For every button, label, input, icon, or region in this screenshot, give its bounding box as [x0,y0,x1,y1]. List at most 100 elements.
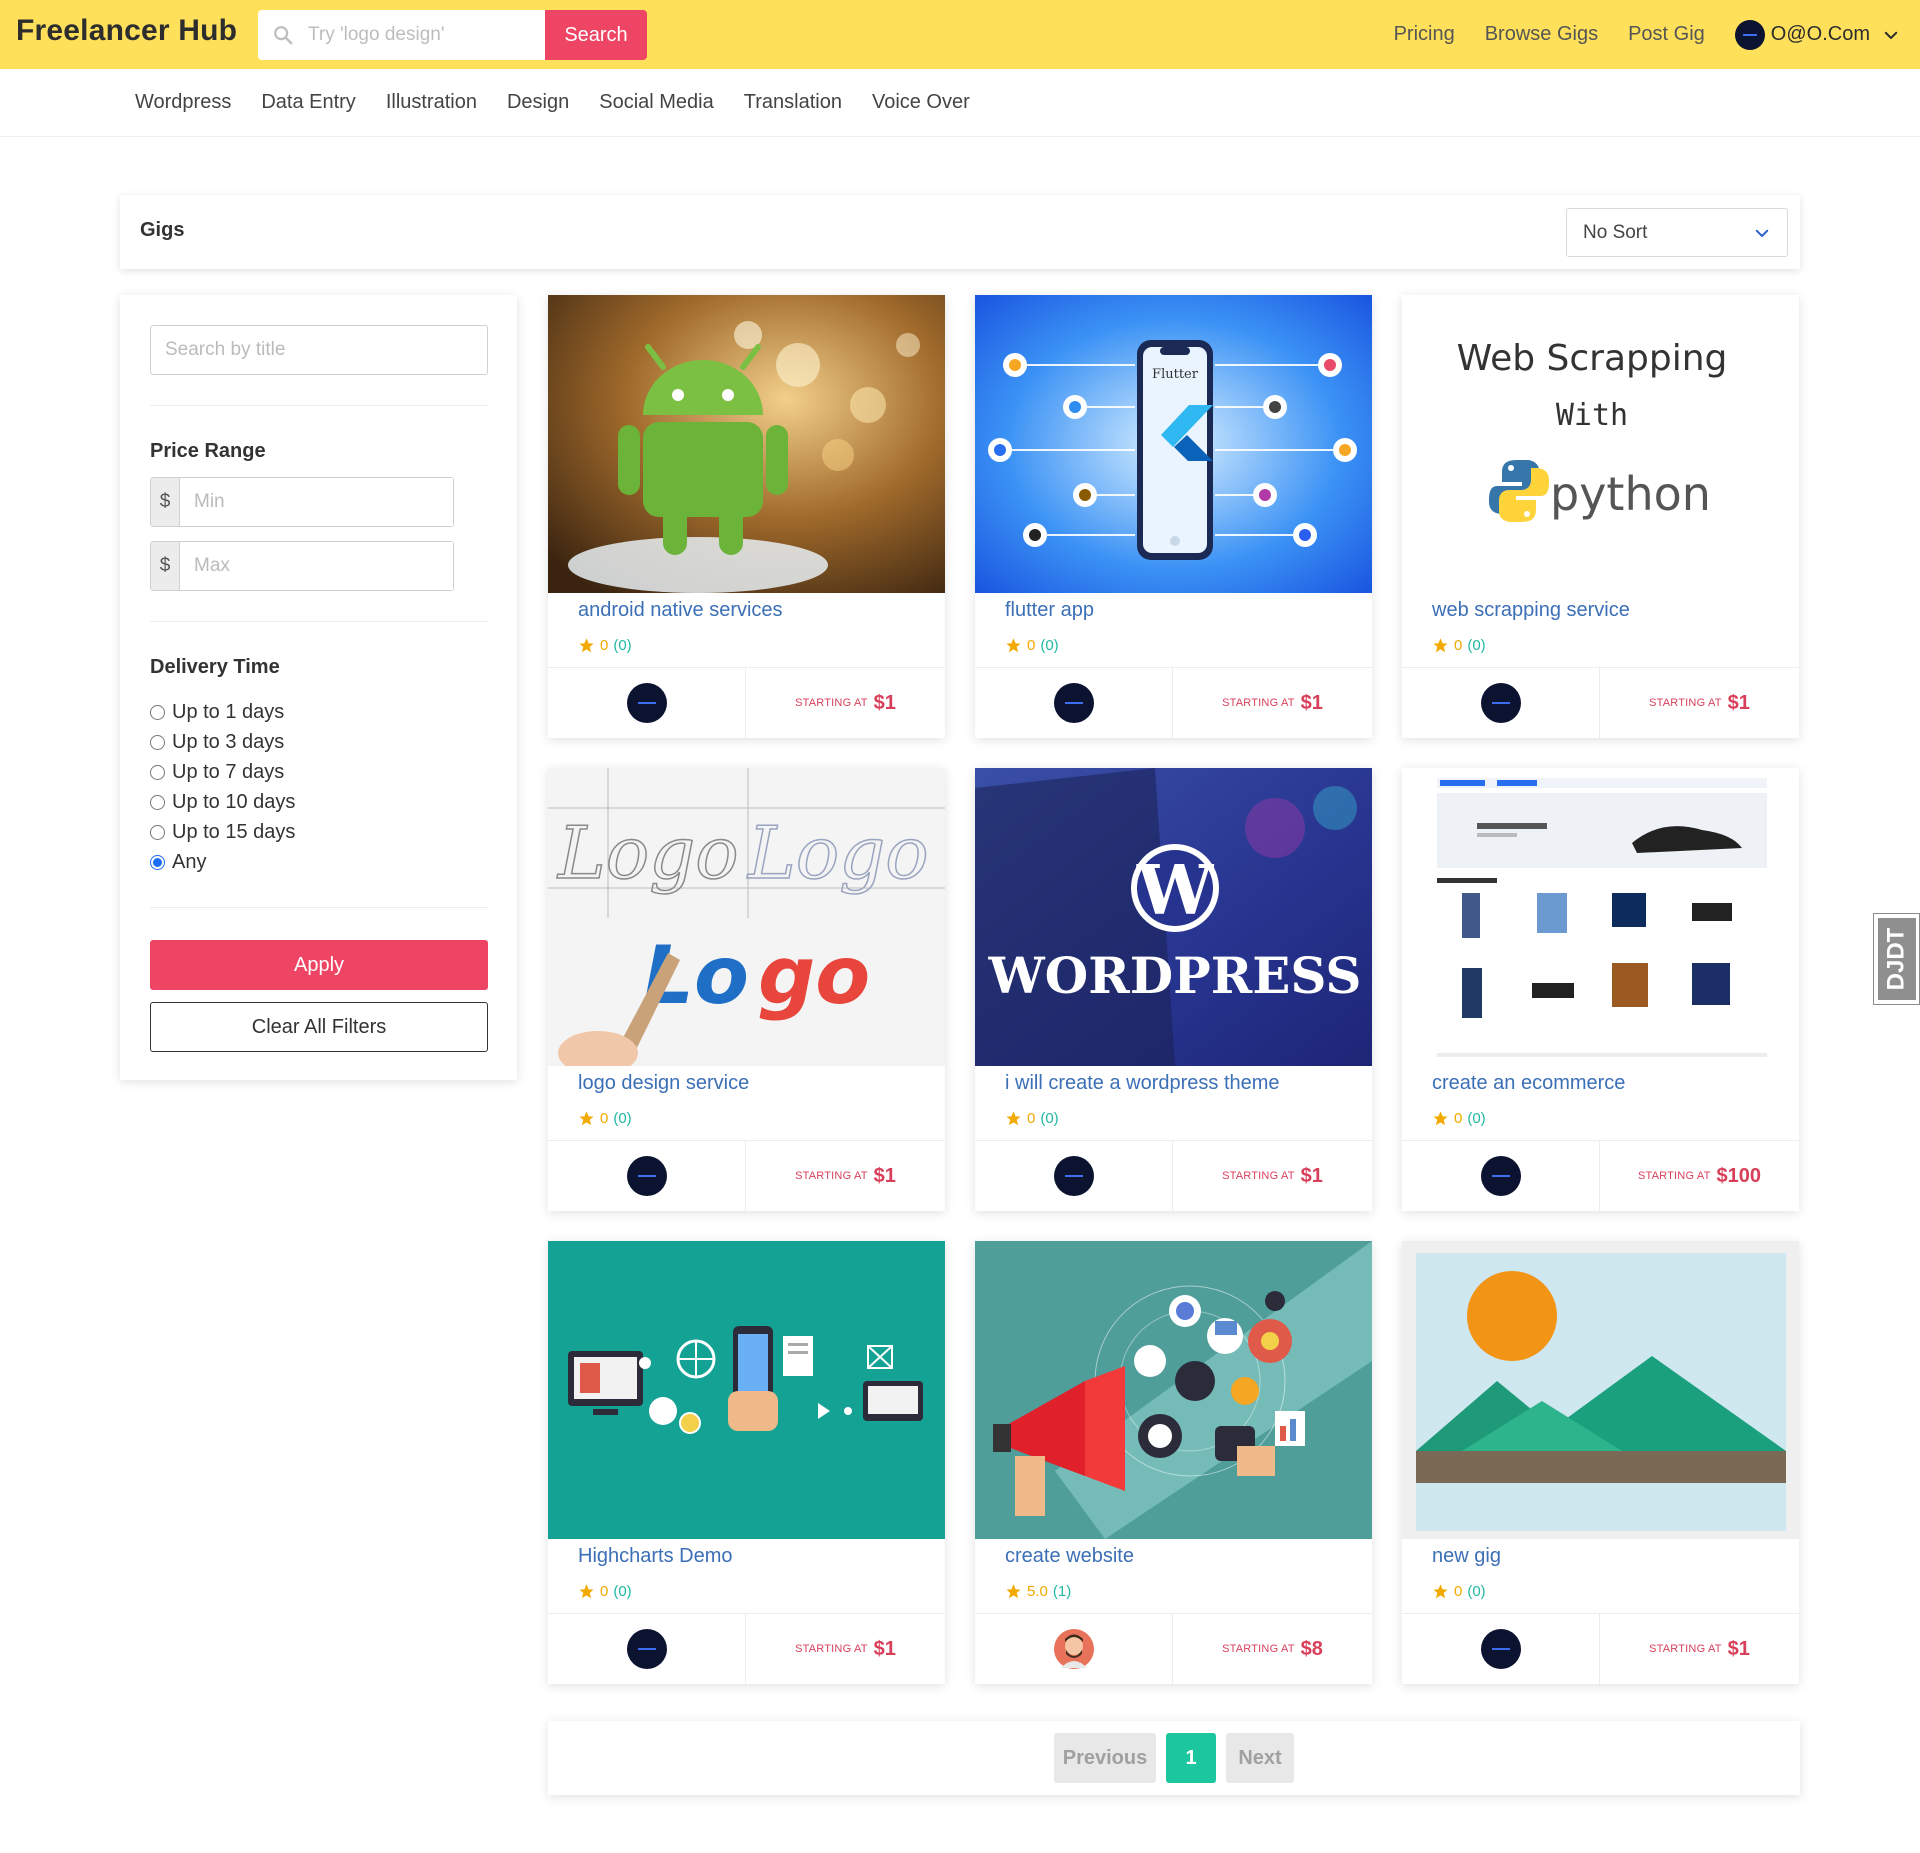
gig-card[interactable]: create an ecommerce 0 (0) STARTING AT $10… [1402,768,1799,1211]
gig-image-flutter[interactable]: Flutter [975,295,1372,593]
radio-label: Up to 1 days [172,700,285,723]
gig-card[interactable]: android native services 0 (0) STARTING A… [548,295,945,738]
gig-card[interactable]: create website 5.0 (1) STARTING AT $8 [975,1241,1372,1684]
gig-card[interactable]: Flutter flutter app 0 (0) STARTING AT $1 [975,295,1372,738]
gig-title[interactable]: Highcharts Demo [578,1545,733,1568]
delivery-option-15-days[interactable]: Up to 15 days [150,817,487,847]
user-menu[interactable]: O@O.Com [1734,19,1900,50]
gig-image-megaphone[interactable] [975,1241,1372,1539]
radio-label: Up to 10 days [172,790,296,813]
category-wordpress[interactable]: Wordpress [135,91,231,114]
gig-title[interactable]: create website [1005,1545,1134,1568]
max-price-group: $ [150,541,454,591]
gig-title[interactable]: logo design service [578,1072,749,1095]
delivery-option-3-days[interactable]: Up to 3 days [150,727,487,757]
delivery-option-7-days[interactable]: Up to 7 days [150,757,487,787]
search-input[interactable] [308,24,528,46]
seller-avatar[interactable] [1053,1628,1095,1670]
debug-toolbar-tab[interactable]: DJDT [1873,913,1920,1005]
gig-footer: STARTING AT $1 [548,667,945,738]
gig-title[interactable]: flutter app [1005,599,1094,622]
gig-title[interactable]: web scrapping service [1432,599,1630,622]
gig-card[interactable]: Web Scrapping With python web scrapping … [1402,295,1799,738]
gig-image-placeholder[interactable] [1402,1241,1799,1539]
page-1-button[interactable]: 1 [1166,1733,1216,1783]
brand-logo[interactable]: Freelancer Hub [16,14,237,48]
gig-image-tech-icons[interactable] [548,1241,945,1539]
gig-card[interactable]: W WORDPRESS i will create a wordpress th… [975,768,1372,1211]
nav-post-gig[interactable]: Post Gig [1628,23,1705,46]
search-field[interactable] [258,10,545,60]
delivery-option-1-day[interactable]: Up to 1 days [150,697,487,727]
divider [150,405,488,406]
image-text-line1: Web Scrapping [1457,338,1728,379]
gig-rating: 0 (0) [1432,1583,1486,1600]
category-data-entry[interactable]: Data Entry [261,91,355,114]
gig-footer: STARTING AT $1 [1402,667,1799,738]
gig-footer: STARTING AT $100 [1402,1140,1799,1211]
starting-at-label: STARTING AT [1222,1643,1295,1655]
nav-pricing[interactable]: Pricing [1394,23,1455,46]
radio-button[interactable] [150,764,165,780]
gig-image-wordpress[interactable]: W WORDPRESS [975,768,1372,1066]
max-price-input[interactable] [180,542,453,590]
gig-title[interactable]: i will create a wordpress theme [1005,1072,1280,1095]
min-price-input[interactable] [180,478,453,526]
gig-card[interactable]: new gig 0 (0) STARTING AT $1 [1402,1241,1799,1684]
image-text-brand: python [1550,467,1711,521]
delivery-option-any[interactable]: Any [150,847,487,877]
seller-avatar[interactable] [1480,1156,1521,1196]
category-voice-over[interactable]: Voice Over [872,91,970,114]
gig-title[interactable]: new gig [1432,1545,1501,1568]
next-page-button[interactable]: Next [1226,1733,1294,1783]
gig-card[interactable]: Logo Logo Lo go logo design service 0 (0… [548,768,945,1211]
header-search: Search [258,10,648,60]
gig-price: $100 [1716,1164,1762,1187]
rating-value: 0 [1027,1110,1036,1127]
search-button[interactable]: Search [545,10,647,60]
gig-image-ecommerce[interactable] [1402,768,1799,1066]
apply-button[interactable]: Apply [150,940,488,990]
seller-avatar[interactable] [626,1629,667,1669]
radio-button[interactable] [150,734,165,750]
gig-title[interactable]: create an ecommerce [1432,1072,1625,1095]
radio-button-selected[interactable] [150,854,165,870]
previous-page-button[interactable]: Previous [1054,1733,1156,1783]
gig-title[interactable]: android native services [578,599,783,622]
clear-filters-button[interactable]: Clear All Filters [150,1002,488,1052]
svg-text:Flutter: Flutter [1152,367,1199,382]
radio-label: Any [172,850,207,873]
seller-avatar[interactable] [1053,1156,1094,1196]
rating-value: 0 [1027,637,1036,654]
filter-sidebar: Price Range $ $ Delivery Time Up to 1 da… [120,295,517,1080]
delivery-option-10-days[interactable]: Up to 10 days [150,787,487,817]
radio-button[interactable] [150,794,165,810]
seller-avatar[interactable] [1480,683,1521,723]
gig-footer: STARTING AT $1 [548,1613,945,1684]
gig-image-android[interactable] [548,295,945,593]
radio-button[interactable] [150,824,165,840]
seller-avatar[interactable] [1480,1629,1521,1669]
gig-image-python[interactable]: Web Scrapping With python [1402,295,1799,593]
star-icon [1433,638,1448,653]
rating-value: 0 [1454,1583,1463,1600]
star-icon [1006,638,1021,653]
category-illustration[interactable]: Illustration [386,91,477,114]
gigs-header: Gigs No Sort [120,195,1800,269]
category-social-media[interactable]: Social Media [599,91,714,114]
seller-avatar[interactable] [626,1156,667,1196]
category-design[interactable]: Design [507,91,569,114]
gig-image-logo-design[interactable]: Logo Logo Lo go [548,768,945,1066]
sort-select[interactable]: No Sort [1566,208,1788,257]
category-translation[interactable]: Translation [744,91,842,114]
gig-card[interactable]: Highcharts Demo 0 (0) STARTING AT $1 [548,1241,945,1684]
delivery-options: Up to 1 days Up to 3 days Up to 7 days U… [150,697,487,877]
currency-addon: $ [151,542,180,590]
seller-avatar[interactable] [626,683,667,723]
sort-value: No Sort [1583,221,1648,243]
nav-browse-gigs[interactable]: Browse Gigs [1485,23,1598,46]
radio-button[interactable] [150,704,165,720]
seller-avatar[interactable] [1053,683,1094,723]
title-search-input[interactable] [150,325,488,375]
rating-count: (1) [1052,1583,1072,1600]
